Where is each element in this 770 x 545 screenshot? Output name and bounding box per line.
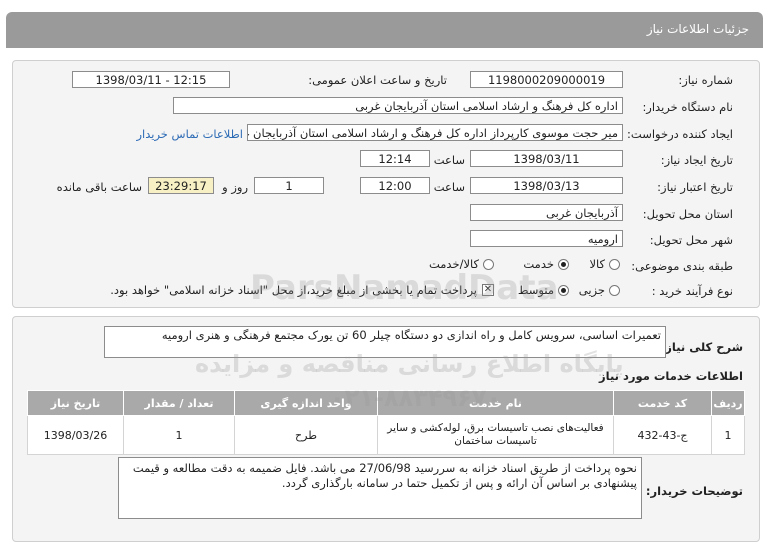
services-table: ردیف کد خدمت نام خدمت واحد اندازه گیری ت… (27, 390, 745, 455)
process-option-medium: متوسط (517, 283, 554, 297)
create-date-label: تاریخ ایجاد نیاز: (660, 153, 733, 167)
category-radio-service[interactable] (558, 259, 569, 270)
category-radio-goods[interactable] (609, 259, 620, 270)
buyer-contact-link[interactable]: اطلاعات تماس خریدار (136, 127, 243, 141)
validity-time-field[interactable]: 12:00 (360, 177, 430, 194)
city-field[interactable]: ارومیه (470, 230, 623, 247)
cell-unit: طرح (234, 415, 378, 455)
province-label: استان محل تحویل: (642, 207, 733, 221)
category-option-service: خدمت (523, 257, 554, 271)
validity-date-label: تاریخ اعتبار نیاز: (657, 180, 733, 194)
payment-note: پرداخت تمام یا بخشی از مبلغ خرید،از محل … (110, 283, 477, 297)
create-date-field[interactable]: 1398/03/11 (470, 150, 623, 167)
summary-label: شرح کلی نیاز: (660, 340, 743, 354)
col-row: ردیف (711, 390, 745, 416)
col-service-code: کد خدمت (613, 390, 712, 416)
table-row: 1 ج-43-432 فعالیت‌های نصب تاسیسات برق، ل… (27, 415, 745, 455)
payment-checkbox[interactable]: ✕ (482, 284, 494, 296)
services-title: اطلاعات خدمات مورد نیاز (599, 369, 743, 383)
process-option-minor: جزیی (578, 283, 605, 297)
process-radio-medium[interactable] (558, 285, 569, 296)
process-label: نوع فرآیند خرید : (651, 284, 733, 298)
days-remaining-field[interactable]: 1 (254, 177, 324, 194)
buyer-notes-label: توضیحات خریدار: (645, 484, 743, 498)
announce-field[interactable]: 1398/03/11 - 12:15 (72, 71, 230, 88)
remaining-label: ساعت باقی مانده (56, 180, 142, 194)
buyer-field[interactable]: اداره کل فرهنگ و ارشاد اسلامی استان آذرب… (173, 97, 623, 114)
page-header: جزئیات اطلاعات نیاز (6, 12, 763, 48)
col-need-date: تاریخ نیاز (27, 390, 124, 416)
process-radio-minor[interactable] (609, 285, 620, 296)
col-quantity: تعداد / مقدار (123, 390, 235, 416)
need-number-field[interactable]: 1198000209000019 (470, 71, 623, 88)
cell-row: 1 (711, 415, 745, 455)
cell-service-code: ج-43-432 (613, 415, 712, 455)
announce-label: تاریخ و ساعت اعلان عمومی: (308, 73, 447, 87)
buyer-label: نام دستگاه خریدار: (642, 100, 733, 114)
col-unit: واحد اندازه گیری (234, 390, 378, 416)
city-label: شهر محل تحویل: (649, 233, 733, 247)
summary-field[interactable]: تعمیرات اساسی، سرویس کامل و راه اندازی د… (104, 326, 666, 358)
remaining-time-field: 23:29:17 (148, 177, 214, 194)
services-header-row: ردیف کد خدمت نام خدمت واحد اندازه گیری ت… (27, 390, 745, 416)
need-number-label: شماره نیاز: (678, 73, 733, 87)
validity-date-field[interactable]: 1398/03/13 (470, 177, 623, 194)
requester-field[interactable]: میر حجت موسوی کارپرداز اداره کل فرهنگ و … (247, 124, 623, 141)
page-title: جزئیات اطلاعات نیاز (646, 22, 749, 36)
category-option-goods-service: کالا/خدمت (428, 257, 479, 271)
category-label: طبقه بندی موضوعی: (631, 259, 733, 273)
requester-label: ایجاد کننده درخواست: (627, 127, 733, 141)
cell-need-date: 1398/03/26 (27, 415, 124, 455)
day-and-label: روز و (222, 180, 248, 194)
create-time-field[interactable]: 12:14 (360, 150, 430, 167)
col-service-name: نام خدمت (377, 390, 614, 416)
cell-quantity: 1 (123, 415, 235, 455)
create-time-label: ساعت (433, 153, 465, 167)
province-field[interactable]: آذربایجان غربی (470, 204, 623, 221)
category-option-goods: کالا (589, 257, 605, 271)
buyer-notes-field[interactable]: نحوه پرداخت از طریق اسناد خزانه به سررسی… (118, 457, 642, 519)
category-radio-goods-service[interactable] (483, 259, 494, 270)
cell-service-name: فعالیت‌های نصب تاسیسات برق، لوله‌کشی و س… (377, 415, 614, 455)
validity-time-label: ساعت (433, 180, 465, 194)
